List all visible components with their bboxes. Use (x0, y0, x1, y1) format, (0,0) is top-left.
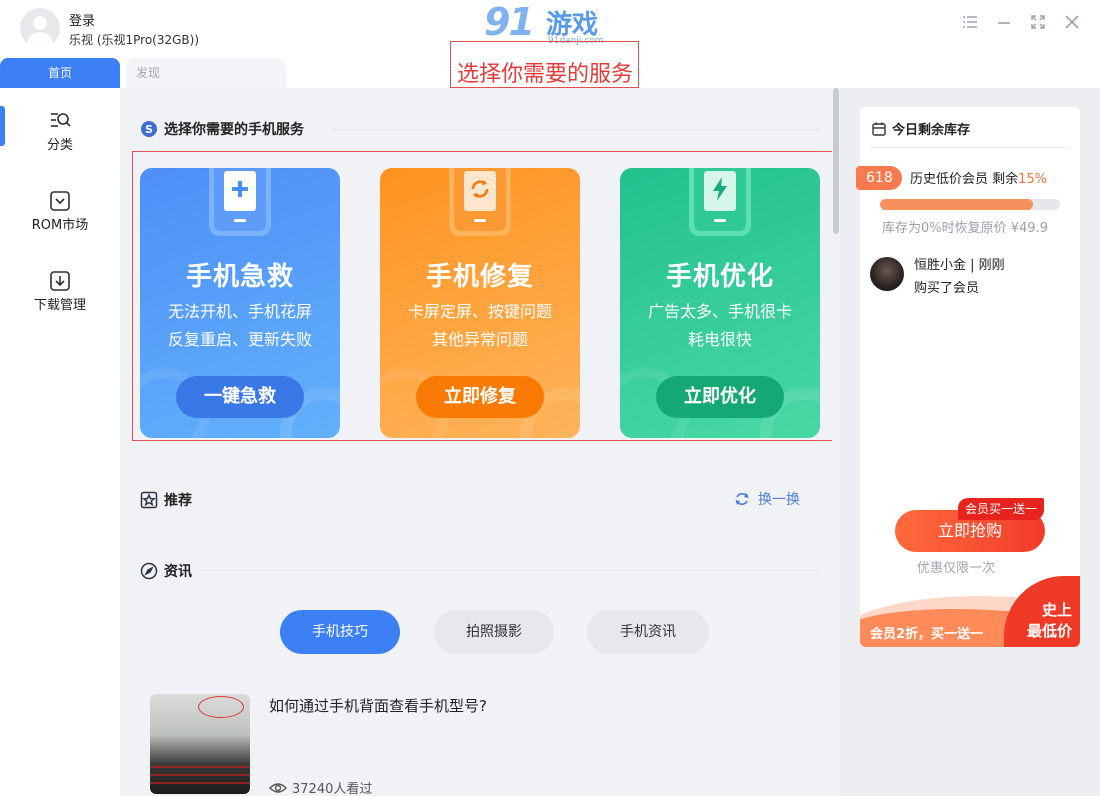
refresh-icon (735, 493, 749, 505)
service-icon: S (141, 121, 157, 137)
tab-discover[interactable]: 发现 (126, 58, 286, 88)
member-stock-label: 历史低价会员 剩余15% (910, 172, 1048, 187)
news-tab-phone-news[interactable]: 手机资讯 (587, 610, 709, 654)
minimize-icon[interactable] (996, 14, 1012, 32)
scrollbar-thumb[interactable] (833, 88, 839, 234)
buyer-avatar (870, 257, 904, 291)
service-card-optimize[interactable]: 手机优化 广告太多、手机很卡 耗电很快 立即优化 (620, 168, 820, 438)
card-description: 无法开机、手机花屏 反复重启、更新失败 (167, 302, 312, 349)
sidebar-item-download[interactable]: 下载管理 (0, 270, 120, 313)
news-tab-photography[interactable]: 拍照摄影 (434, 610, 554, 654)
repair-icon (471, 180, 489, 198)
news-item-views: 37240人看过 (269, 778, 372, 796)
service-card-repair[interactable]: 手机修复 卡屏定屏、按键问题 其他异常问题 立即修复 (380, 168, 580, 438)
phone-icon (209, 168, 271, 236)
repair-button[interactable]: 立即修复 (416, 376, 544, 418)
card-title: 手机优化 (665, 262, 774, 292)
news-tab-tips[interactable]: 手机技巧 (280, 610, 400, 654)
card-description: 卡屏定屏、按键问题 其他异常问题 (407, 302, 552, 349)
sidebar-item-label: 分类 (46, 138, 73, 153)
sidebar-item-rom-market[interactable]: ROM市场 (0, 190, 120, 233)
lowest-price-label: 史上 最低价 (1026, 601, 1072, 640)
main-content: S 选择你需要的手机服务 手机急救 无法开机、手机花屏 反复重启、更新失败 一键… (120, 88, 838, 796)
phone-icon (689, 168, 751, 236)
restore-price-text: 库存为0%时恢复原价 ¥49.9 (882, 221, 1048, 236)
rescue-button[interactable]: 一键急救 (176, 376, 304, 418)
sidebar-item-label: 下载管理 (33, 298, 86, 313)
limit-text: 优惠仅限一次 (916, 561, 995, 576)
divider (200, 570, 820, 571)
news-thumbnail[interactable] (150, 694, 250, 794)
promo-text: 会员2折，买一送一 (870, 627, 984, 642)
bogo-tag: 会员买一送一 (958, 498, 1044, 520)
calendar-icon (872, 122, 886, 136)
user-avatar[interactable] (20, 8, 60, 48)
card-description: 广告太多、手机很卡 耗电很快 (647, 302, 792, 349)
recommend-section-title: 推荐 (140, 490, 192, 510)
buyer-action: 购买了会员 (914, 281, 980, 296)
download-icon (50, 271, 70, 291)
lightning-icon (713, 177, 727, 201)
618-badge: 618 (856, 166, 902, 190)
divider (870, 147, 1070, 148)
sidebar-item-category[interactable]: 分类 (0, 110, 120, 153)
plus-icon (232, 181, 248, 197)
stock-progress-bar (880, 199, 1060, 210)
star-icon (140, 491, 158, 509)
services-section-title: S 选择你需要的手机服务 (140, 119, 304, 139)
maximize-icon[interactable] (1030, 14, 1046, 32)
annotation-text: 选择你需要的服务 (456, 62, 633, 87)
card-title: 手机修复 (425, 262, 534, 292)
card-title: 手机急救 (185, 262, 294, 292)
category-icon (51, 113, 71, 127)
news-item-title[interactable]: 如何通过手机背面查看手机型号? (269, 695, 487, 716)
refresh-button[interactable]: 换一换 (734, 489, 800, 509)
login-link[interactable]: 登录 (69, 10, 95, 29)
svg-text:S: S (145, 123, 153, 136)
inventory-title: 今日剩余库存 (872, 119, 970, 138)
divider (332, 129, 820, 130)
stock-progress-fill (880, 199, 1033, 210)
sidebar: 分类 ROM市场 下载管理 (0, 88, 120, 796)
device-name: 乐视 (乐视1Pro(32GB)) (69, 33, 200, 47)
service-card-rescue[interactable]: 手机急救 无法开机、手机花屏 反复重启、更新失败 一键急救 (140, 168, 340, 438)
compass-icon (140, 562, 158, 580)
buyer-name: 恒胜小金 | 刚刚 (914, 258, 1005, 273)
rom-market-icon (50, 191, 70, 211)
close-icon[interactable] (1064, 14, 1080, 32)
tab-home[interactable]: 首页 (0, 58, 120, 88)
menu-icon[interactable] (962, 14, 978, 32)
phone-icon (449, 168, 511, 236)
window-controls (962, 14, 1080, 32)
promo-banner[interactable]: 会员2折，买一送一 史上 最低价 (860, 576, 1080, 647)
news-section-title: 资讯 (140, 561, 192, 581)
eye-icon (269, 782, 287, 793)
optimize-button[interactable]: 立即优化 (656, 376, 784, 418)
sidebar-item-label: ROM市场 (31, 218, 89, 233)
main-scrollbar[interactable] (832, 88, 840, 796)
